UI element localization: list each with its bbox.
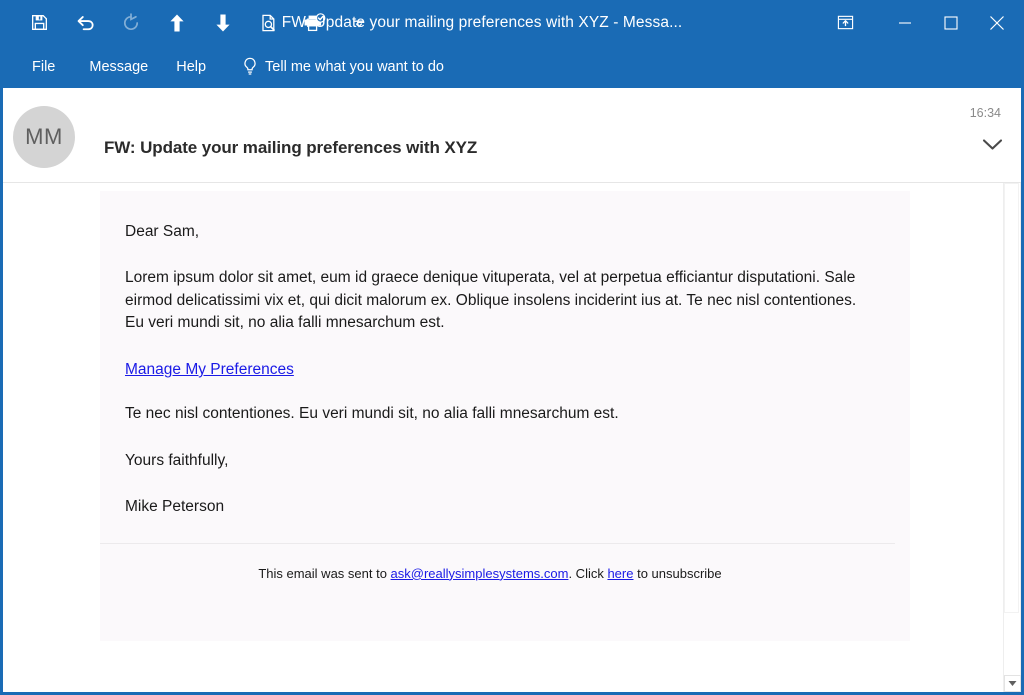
email-paragraph-2: Te nec nisl contentiones. Eu veri mundi … [125, 405, 619, 423]
footer-suffix: to unsubscribe [633, 565, 722, 581]
outlook-message-window: FW: Update your mailing preferences with… [0, 0, 1024, 695]
message-timestamp: 16:34 [969, 106, 1001, 120]
previous-item-up-arrow-icon[interactable] [162, 8, 192, 38]
scrollbar-thumb[interactable] [1004, 183, 1019, 613]
footer-prefix: This email was sent to [258, 565, 391, 581]
restore-up-icon[interactable] [822, 0, 868, 45]
page-title: FW: Update your mailing preferences with… [104, 138, 478, 157]
message-pane: MM FW: Update your mailing preferences w… [3, 88, 1021, 692]
email-footer: This email was sent to ask@reallysimples… [125, 544, 855, 611]
email-greeting: Dear Sam, [125, 223, 200, 240]
email-sender-name: Mike Peterson [125, 498, 225, 516]
window-controls [822, 0, 1024, 45]
next-item-down-arrow-icon[interactable] [208, 8, 238, 38]
scrollbar-track[interactable] [1004, 183, 1021, 675]
footer-middle: . Click [568, 565, 608, 581]
vertical-scrollbar[interactable] [1003, 183, 1021, 692]
avatar: MM [13, 106, 75, 168]
recipient-email-link[interactable]: ask@reallysimplesystems.com [391, 566, 569, 581]
tell-me-search[interactable]: Tell me what you want to do [220, 57, 444, 76]
tab-message[interactable]: Message [75, 54, 162, 80]
maximize-icon[interactable] [928, 0, 974, 45]
tell-me-label: Tell me what you want to do [265, 58, 444, 75]
manage-preferences-paragraph: Manage My Preferences [125, 359, 870, 381]
quick-print-icon[interactable] [300, 8, 330, 38]
email-content-card: Dear Sam, Lorem ipsum dolor sit amet, eu… [100, 191, 910, 641]
tab-file[interactable]: File [24, 54, 75, 80]
print-preview-icon[interactable] [254, 8, 284, 38]
quick-access-toolbar [0, 8, 370, 38]
email-sign-off: Yours faithfully, [125, 451, 229, 469]
email-body: Dear Sam, Lorem ipsum dolor sit amet, eu… [125, 221, 870, 519]
email-paragraph-1: Lorem ipsum dolor sit amet, eum id graec… [125, 269, 857, 332]
ribbon-tab-bar: File Message Help Tell me what you want … [0, 45, 1024, 88]
redo-icon [116, 8, 146, 38]
undo-icon[interactable] [70, 8, 100, 38]
lightbulb-icon [242, 57, 258, 76]
message-body-scroll: Dear Sam, Lorem ipsum dolor sit amet, eu… [3, 183, 1003, 692]
title-bar: FW: Update your mailing preferences with… [0, 0, 1024, 45]
scroll-down-arrow-icon[interactable] [1004, 675, 1021, 692]
unsubscribe-here-link[interactable]: here [607, 566, 633, 581]
close-icon[interactable] [974, 0, 1020, 45]
minimize-icon[interactable] [882, 0, 928, 45]
tab-help[interactable]: Help [162, 54, 220, 80]
manage-my-preferences-link[interactable]: Manage My Preferences [125, 361, 294, 378]
chevron-down-icon[interactable] [982, 138, 1003, 156]
customize-quick-access-toolbar-icon[interactable] [348, 8, 370, 38]
message-body-region: Dear Sam, Lorem ipsum dolor sit amet, eu… [3, 183, 1021, 692]
message-header: MM FW: Update your mailing preferences w… [3, 88, 1021, 183]
save-icon[interactable] [24, 8, 54, 38]
content-frame: MM FW: Update your mailing preferences w… [0, 88, 1024, 695]
